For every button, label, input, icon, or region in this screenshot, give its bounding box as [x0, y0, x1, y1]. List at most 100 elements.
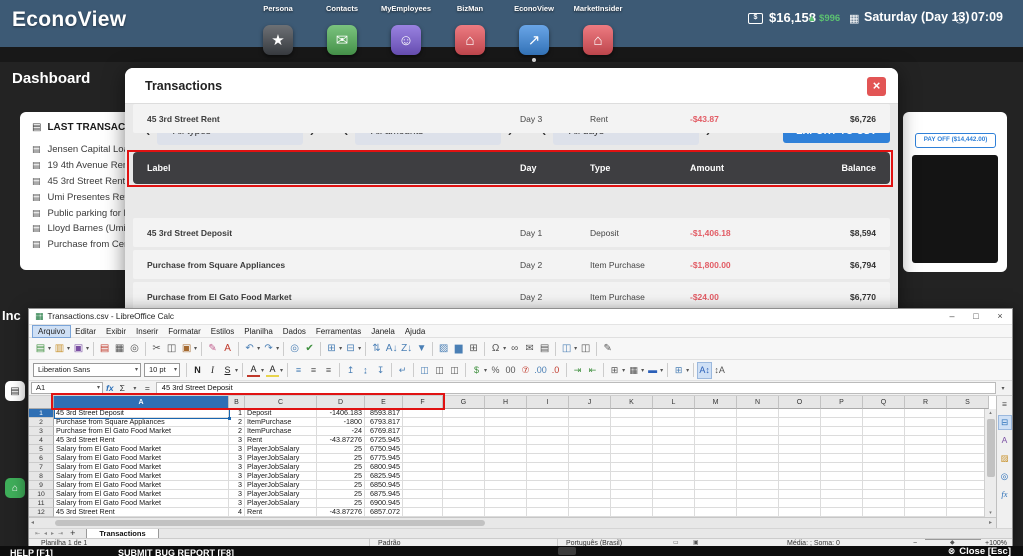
cell-S1[interactable] — [947, 409, 989, 418]
cell-J1[interactable] — [569, 409, 611, 418]
cell-M8[interactable] — [695, 472, 737, 481]
cell-F9[interactable] — [403, 481, 443, 490]
conditional-formatting-dropdown-icon[interactable]: ▾ — [686, 367, 689, 374]
cell-G11[interactable] — [443, 499, 485, 508]
cell-R12[interactable] — [905, 508, 947, 517]
cell-M11[interactable] — [695, 499, 737, 508]
sidebar-settings-icon[interactable]: ≡ — [999, 398, 1011, 411]
cell-L12[interactable] — [653, 508, 695, 517]
cell-E5[interactable]: 6750.945 — [365, 445, 403, 454]
italic-icon[interactable]: I — [206, 363, 219, 378]
row-header-1[interactable]: 1 — [29, 409, 54, 418]
cell-N5[interactable] — [737, 445, 779, 454]
app-persona[interactable]: Persona ★ — [246, 3, 310, 55]
increase-indent-icon[interactable]: ⇥ — [571, 363, 584, 378]
cell-M3[interactable] — [695, 427, 737, 436]
cell-K11[interactable] — [611, 499, 653, 508]
cell-J12[interactable] — [569, 508, 611, 517]
cell-K1[interactable] — [611, 409, 653, 418]
cell-O7[interactable] — [779, 463, 821, 472]
cell-E4[interactable]: 6725.945 — [365, 436, 403, 445]
delete-decimal-icon[interactable]: .0 — [549, 363, 562, 378]
sheet-tab-transactions[interactable]: Transactions — [86, 528, 159, 539]
transaction-row[interactable]: Purchase from El Gato Food Market Day 2 … — [133, 282, 890, 311]
cell-K7[interactable] — [611, 463, 653, 472]
new-document-dropdown-icon[interactable]: ▾ — [48, 345, 51, 352]
cell-O1[interactable] — [779, 409, 821, 418]
properties-deck-icon[interactable]: ⊟ — [997, 415, 1012, 430]
cell-N7[interactable] — [737, 463, 779, 472]
align-bottom-icon[interactable]: ↧ — [374, 363, 387, 378]
menu-arquivo[interactable]: Arquivo — [31, 324, 72, 338]
column-header-N[interactable]: N — [737, 396, 779, 409]
align-center-icon[interactable]: ≡ — [307, 363, 320, 378]
cell-M9[interactable] — [695, 481, 737, 490]
cell-F6[interactable] — [403, 454, 443, 463]
conditional-formatting-icon[interactable]: ⊞ — [672, 363, 685, 378]
cell-O3[interactable] — [779, 427, 821, 436]
freeze-rows-columns-icon[interactable]: ◫ — [560, 341, 573, 356]
cell-C12[interactable]: Rent — [245, 508, 317, 517]
row-header-8[interactable]: 8 — [29, 472, 54, 481]
cell-J7[interactable] — [569, 463, 611, 472]
cell-K12[interactable] — [611, 508, 653, 517]
cell-O5[interactable] — [779, 445, 821, 454]
copy-icon[interactable]: ◫ — [165, 341, 178, 356]
app-tile-icon[interactable]: ☺ — [391, 25, 421, 55]
comment-icon[interactable]: ✉ — [523, 341, 536, 356]
show-draw-functions-icon[interactable]: ✎ — [601, 341, 614, 356]
cell-F7[interactable] — [403, 463, 443, 472]
clear-formatting-icon[interactable]: A — [221, 341, 234, 356]
text-direction-ltr-icon[interactable]: A↕ — [697, 361, 713, 379]
cell-B10[interactable]: 3 — [229, 490, 245, 499]
cell-I2[interactable] — [527, 418, 569, 427]
cell-G8[interactable] — [443, 472, 485, 481]
insert-columns-dropdown-icon[interactable]: ▾ — [358, 345, 361, 352]
row-header-5[interactable]: 5 — [29, 445, 54, 454]
cell-C6[interactable]: PlayerJobSalary — [245, 454, 317, 463]
cell-I1[interactable] — [527, 409, 569, 418]
cell-P7[interactable] — [821, 463, 863, 472]
cell-O4[interactable] — [779, 436, 821, 445]
cell-N4[interactable] — [737, 436, 779, 445]
cell-K9[interactable] — [611, 481, 653, 490]
menu-estilos[interactable]: Estilos — [206, 326, 240, 337]
formula-equals-icon[interactable]: = — [145, 383, 150, 393]
cell-J6[interactable] — [569, 454, 611, 463]
merge-cells-icon[interactable]: ◫ — [433, 363, 446, 378]
transaction-row[interactable]: 45 3rd Street Rent Day 3 Rent -$43.87 $6… — [133, 104, 890, 133]
border-style-icon[interactable]: ▦ — [627, 363, 640, 378]
cut-icon[interactable]: ✂ — [150, 341, 163, 356]
split-window-icon[interactable]: ◫ — [579, 341, 592, 356]
cell-D5[interactable]: 25 — [317, 445, 365, 454]
cell-A3[interactable]: Purchase from El Gato Food Market — [54, 427, 229, 436]
spreadsheet-area[interactable]: ABCDEFGHIJKLMNOPQRS 1 45 3rd Street Depos… — [29, 396, 1012, 517]
cell-B4[interactable]: 3 — [229, 436, 245, 445]
cell-S6[interactable] — [947, 454, 989, 463]
cell-Q3[interactable] — [863, 427, 905, 436]
date-format-icon[interactable]: ⑦ — [519, 363, 532, 378]
cell-K10[interactable] — [611, 490, 653, 499]
cell-A11[interactable]: Salary from El Gato Food Market — [54, 499, 229, 508]
find-replace-icon[interactable]: ◎ — [288, 341, 301, 356]
sheet-nav-icon[interactable]: ⇥ — [58, 530, 63, 537]
cell-R11[interactable] — [905, 499, 947, 508]
cell-J11[interactable] — [569, 499, 611, 508]
pivot-table-icon[interactable]: ⊞ — [467, 341, 480, 356]
cell-Q5[interactable] — [863, 445, 905, 454]
cell-S12[interactable] — [947, 508, 989, 517]
open-icon[interactable]: ▥ — [53, 341, 66, 356]
cell-N2[interactable] — [737, 418, 779, 427]
cell-R10[interactable] — [905, 490, 947, 499]
cell-A6[interactable]: Salary from El Gato Food Market — [54, 454, 229, 463]
expand-formula-bar-icon[interactable]: ▾ — [996, 385, 1010, 392]
app-bizman[interactable]: BizMan ⌂ — [438, 3, 502, 55]
calc-title-bar[interactable]: ▦ Transactions.csv - LibreOffice Calc – … — [29, 309, 1012, 325]
cell-D2[interactable]: -1800 — [317, 418, 365, 427]
cell-L1[interactable] — [653, 409, 695, 418]
cell-R3[interactable] — [905, 427, 947, 436]
cell-O10[interactable] — [779, 490, 821, 499]
cell-Q12[interactable] — [863, 508, 905, 517]
cell-P4[interactable] — [821, 436, 863, 445]
cell-D10[interactable]: 25 — [317, 490, 365, 499]
